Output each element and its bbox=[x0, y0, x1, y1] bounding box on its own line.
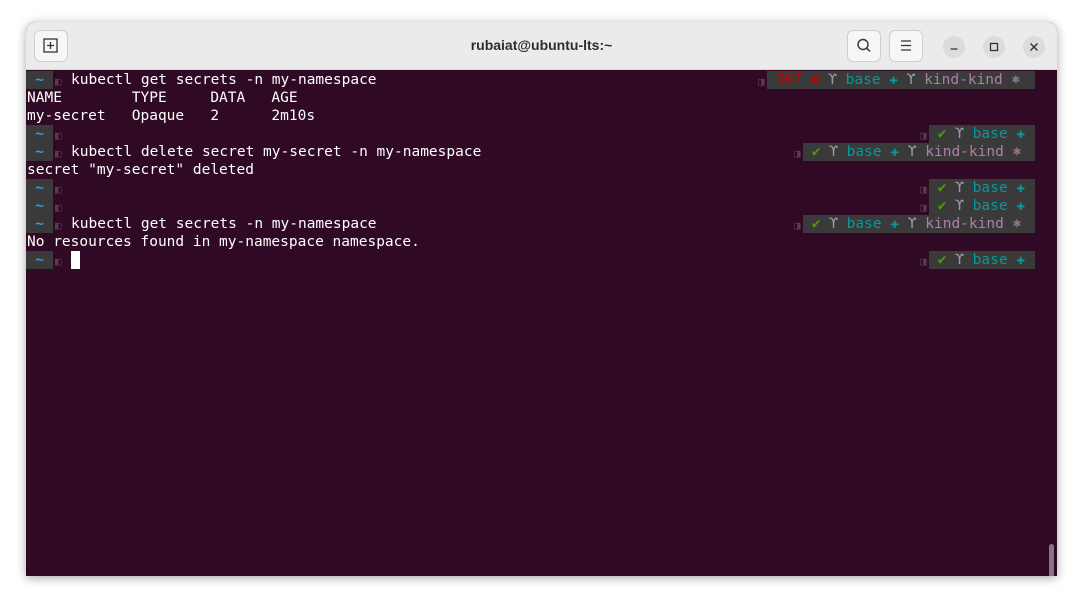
scrollbar[interactable] bbox=[1049, 544, 1054, 576]
kubernetes-icon: ⎈ bbox=[1011, 72, 1021, 88]
kube-context: kind-kind bbox=[925, 216, 1004, 232]
prompt-home: ~ bbox=[26, 143, 53, 161]
branch-icon: ϒ bbox=[955, 180, 964, 196]
close-icon bbox=[1030, 43, 1038, 51]
output-line: NAME TYPE DATA AGE bbox=[26, 89, 1057, 107]
prompt-home: ~ bbox=[26, 71, 53, 89]
maximize-button[interactable] bbox=[983, 36, 1005, 58]
branch-icon: ϒ bbox=[829, 216, 838, 232]
success-status-icon: ✔ bbox=[937, 180, 947, 196]
python-icon: ✚ bbox=[1016, 198, 1026, 214]
prompt-separator-icon: ◧ bbox=[55, 255, 62, 268]
python-icon: ✚ bbox=[890, 144, 900, 160]
prompt-home: ~ bbox=[26, 197, 53, 215]
conda-env: base bbox=[846, 216, 882, 232]
interrupt-status: INT bbox=[775, 72, 802, 88]
prompt-home: ~ bbox=[26, 179, 53, 197]
prompt-line: ~ ◧ ◨ ✔ ϒ base ✚ bbox=[26, 179, 1057, 197]
output-text: No resources found in my-namespace names… bbox=[27, 234, 420, 250]
maximize-icon bbox=[989, 42, 999, 52]
python-icon: ✚ bbox=[1016, 252, 1026, 268]
right-prompt: ✔ ϒ base ✚ bbox=[929, 251, 1035, 269]
terminal-window: rubaiat@ubuntu-lts:~ ~ ◧ kubectl get sec… bbox=[26, 22, 1057, 576]
output-line: my-secret Opaque 2 2m10s bbox=[26, 107, 1057, 125]
prompt-line: ~ ◧ ◨ ✔ ϒ base ✚ bbox=[26, 125, 1057, 143]
minimize-button[interactable] bbox=[943, 36, 965, 58]
python-icon: ✚ bbox=[1016, 126, 1026, 142]
python-icon: ✚ bbox=[1016, 180, 1026, 196]
right-prompt: ✔ ϒ base ✚ bbox=[929, 125, 1035, 143]
search-button[interactable] bbox=[847, 30, 881, 62]
hamburger-menu-icon bbox=[901, 40, 911, 51]
output-text: NAME TYPE DATA AGE bbox=[27, 90, 298, 106]
kube-context: kind-kind bbox=[924, 72, 1003, 88]
branch-icon: ϒ bbox=[906, 72, 916, 88]
right-prompt: INT ✘ ϒ base ✚ ϒ kind-kind ⎈ bbox=[767, 71, 1035, 89]
prompt-line: ~ ◧ ◨ ✔ ϒ base ✚ bbox=[26, 251, 1057, 269]
kubernetes-icon: ⎈ bbox=[1012, 216, 1022, 232]
prompt-home: ~ bbox=[26, 215, 53, 233]
right-prompt: ✔ ϒ base ✚ bbox=[929, 179, 1035, 197]
conda-env: base bbox=[845, 72, 881, 88]
branch-icon: ϒ bbox=[955, 252, 964, 268]
kube-context: kind-kind bbox=[925, 144, 1004, 160]
output-text: my-secret Opaque 2 2m10s bbox=[27, 108, 316, 124]
menu-button[interactable] bbox=[889, 30, 923, 62]
conda-env: base bbox=[972, 252, 1008, 268]
text-cursor bbox=[71, 251, 80, 269]
success-status-icon: ✔ bbox=[937, 126, 947, 142]
prompt-line: ~ ◧ ◨ ✔ ϒ base ✚ bbox=[26, 197, 1057, 215]
right-prompt-separator-icon: ◨ bbox=[920, 255, 927, 268]
conda-env: base bbox=[972, 198, 1008, 214]
python-icon: ✚ bbox=[890, 216, 900, 232]
output-line: No resources found in my-namespace names… bbox=[26, 233, 1057, 251]
search-icon bbox=[857, 38, 871, 53]
prompt-home: ~ bbox=[26, 251, 53, 269]
terminal-output[interactable]: ~ ◧ kubectl get secrets -n my-namespace … bbox=[26, 70, 1057, 576]
success-status-icon: ✔ bbox=[937, 252, 947, 268]
right-prompt: ✔ ϒ base ✚ ϒ kind-kind ⎈ bbox=[803, 215, 1035, 233]
success-status-icon: ✔ bbox=[937, 198, 947, 214]
success-status-icon: ✔ bbox=[811, 216, 821, 232]
conda-env: base bbox=[846, 144, 882, 160]
branch-icon: ϒ bbox=[907, 144, 917, 160]
conda-env: base bbox=[972, 180, 1008, 196]
command-text: kubectl get secrets -n my-namespace bbox=[71, 216, 377, 232]
prompt-line: ~ ◧ kubectl get secrets -n my-namespace … bbox=[26, 215, 1057, 233]
right-prompt: ✔ ϒ base ✚ ϒ kind-kind ⎈ bbox=[803, 143, 1035, 161]
output-text: secret "my-secret" deleted bbox=[27, 162, 254, 178]
branch-icon: ϒ bbox=[828, 72, 837, 88]
close-button[interactable] bbox=[1023, 36, 1045, 58]
prompt-line: ~ ◧ kubectl delete secret my-secret -n m… bbox=[26, 143, 1057, 161]
branch-icon: ϒ bbox=[829, 144, 838, 160]
error-status-icon: ✘ bbox=[810, 72, 820, 88]
minimize-icon bbox=[950, 48, 958, 50]
output-line: secret "my-secret" deleted bbox=[26, 161, 1057, 179]
prompt-home: ~ bbox=[26, 125, 53, 143]
title-bar: rubaiat@ubuntu-lts:~ bbox=[26, 22, 1057, 70]
python-icon: ✚ bbox=[889, 72, 898, 88]
success-status-icon: ✔ bbox=[811, 144, 821, 160]
branch-icon: ϒ bbox=[955, 198, 964, 214]
kubernetes-icon: ⎈ bbox=[1012, 144, 1022, 160]
conda-env: base bbox=[972, 126, 1008, 142]
branch-icon: ϒ bbox=[907, 216, 917, 232]
command-text: kubectl get secrets -n my-namespace bbox=[71, 72, 377, 88]
prompt-line: ~ ◧ kubectl get secrets -n my-namespace … bbox=[26, 71, 1057, 89]
right-prompt: ✔ ϒ base ✚ bbox=[929, 197, 1035, 215]
command-text: kubectl delete secret my-secret -n my-na… bbox=[71, 144, 482, 160]
branch-icon: ϒ bbox=[955, 126, 964, 142]
